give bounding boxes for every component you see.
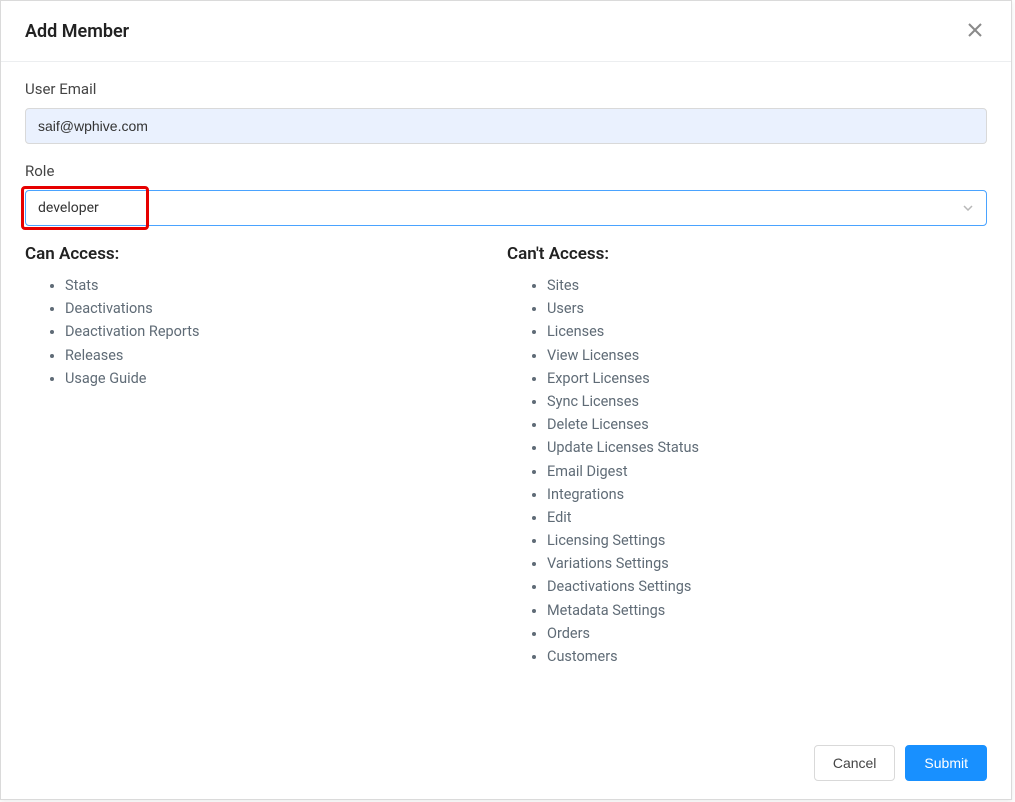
cancel-button[interactable]: Cancel — [814, 745, 896, 781]
list-item: Orders — [547, 622, 987, 645]
close-icon — [968, 21, 982, 42]
list-item: Update Licenses Status — [547, 436, 987, 459]
list-item: Releases — [65, 344, 505, 367]
cant-access-list: SitesUsersLicensesView LicensesExport Li… — [507, 274, 987, 668]
list-item: Metadata Settings — [547, 599, 987, 622]
list-item: Deactivations Settings — [547, 575, 987, 598]
list-item: Deactivation Reports — [65, 320, 505, 343]
list-item: Deactivations — [65, 297, 505, 320]
role-value: developer — [38, 200, 99, 216]
can-access-col: Can Access: StatsDeactivationsDeactivati… — [25, 244, 505, 668]
access-row: Can Access: StatsDeactivationsDeactivati… — [25, 244, 987, 668]
cant-access-title: Can't Access: — [507, 244, 987, 264]
submit-button[interactable]: Submit — [905, 745, 987, 781]
email-label: User Email — [25, 80, 987, 98]
list-item: Licensing Settings — [547, 529, 987, 552]
can-access-list: StatsDeactivationsDeactivation ReportsRe… — [25, 274, 505, 390]
list-item: Integrations — [547, 483, 987, 506]
close-button[interactable] — [963, 19, 987, 43]
list-item: Delete Licenses — [547, 413, 987, 436]
role-group: Role developer — [25, 162, 987, 226]
list-item: Stats — [65, 274, 505, 297]
chevron-down-icon — [962, 202, 974, 214]
list-item: Licenses — [547, 320, 987, 343]
list-item: Sites — [547, 274, 987, 297]
modal-footer: Cancel Submit — [1, 731, 1011, 799]
email-input[interactable] — [25, 108, 987, 144]
role-label: Role — [25, 162, 987, 180]
list-item: Variations Settings — [547, 552, 987, 575]
list-item: View Licenses — [547, 344, 987, 367]
list-item: Usage Guide — [65, 367, 505, 390]
list-item: Customers — [547, 645, 987, 668]
modal-header: Add Member — [1, 1, 1011, 62]
list-item: Sync Licenses — [547, 390, 987, 413]
add-member-modal: Add Member User Email Role developer Ca — [0, 0, 1012, 800]
cant-access-col: Can't Access: SitesUsersLicensesView Lic… — [507, 244, 987, 668]
modal-title: Add Member — [25, 21, 129, 42]
modal-body: User Email Role developer Can Access: St… — [1, 62, 1011, 731]
can-access-title: Can Access: — [25, 244, 505, 264]
list-item: Users — [547, 297, 987, 320]
email-group: User Email — [25, 80, 987, 144]
role-select[interactable]: developer — [25, 190, 987, 226]
list-item: Edit — [547, 506, 987, 529]
list-item: Email Digest — [547, 460, 987, 483]
list-item: Export Licenses — [547, 367, 987, 390]
